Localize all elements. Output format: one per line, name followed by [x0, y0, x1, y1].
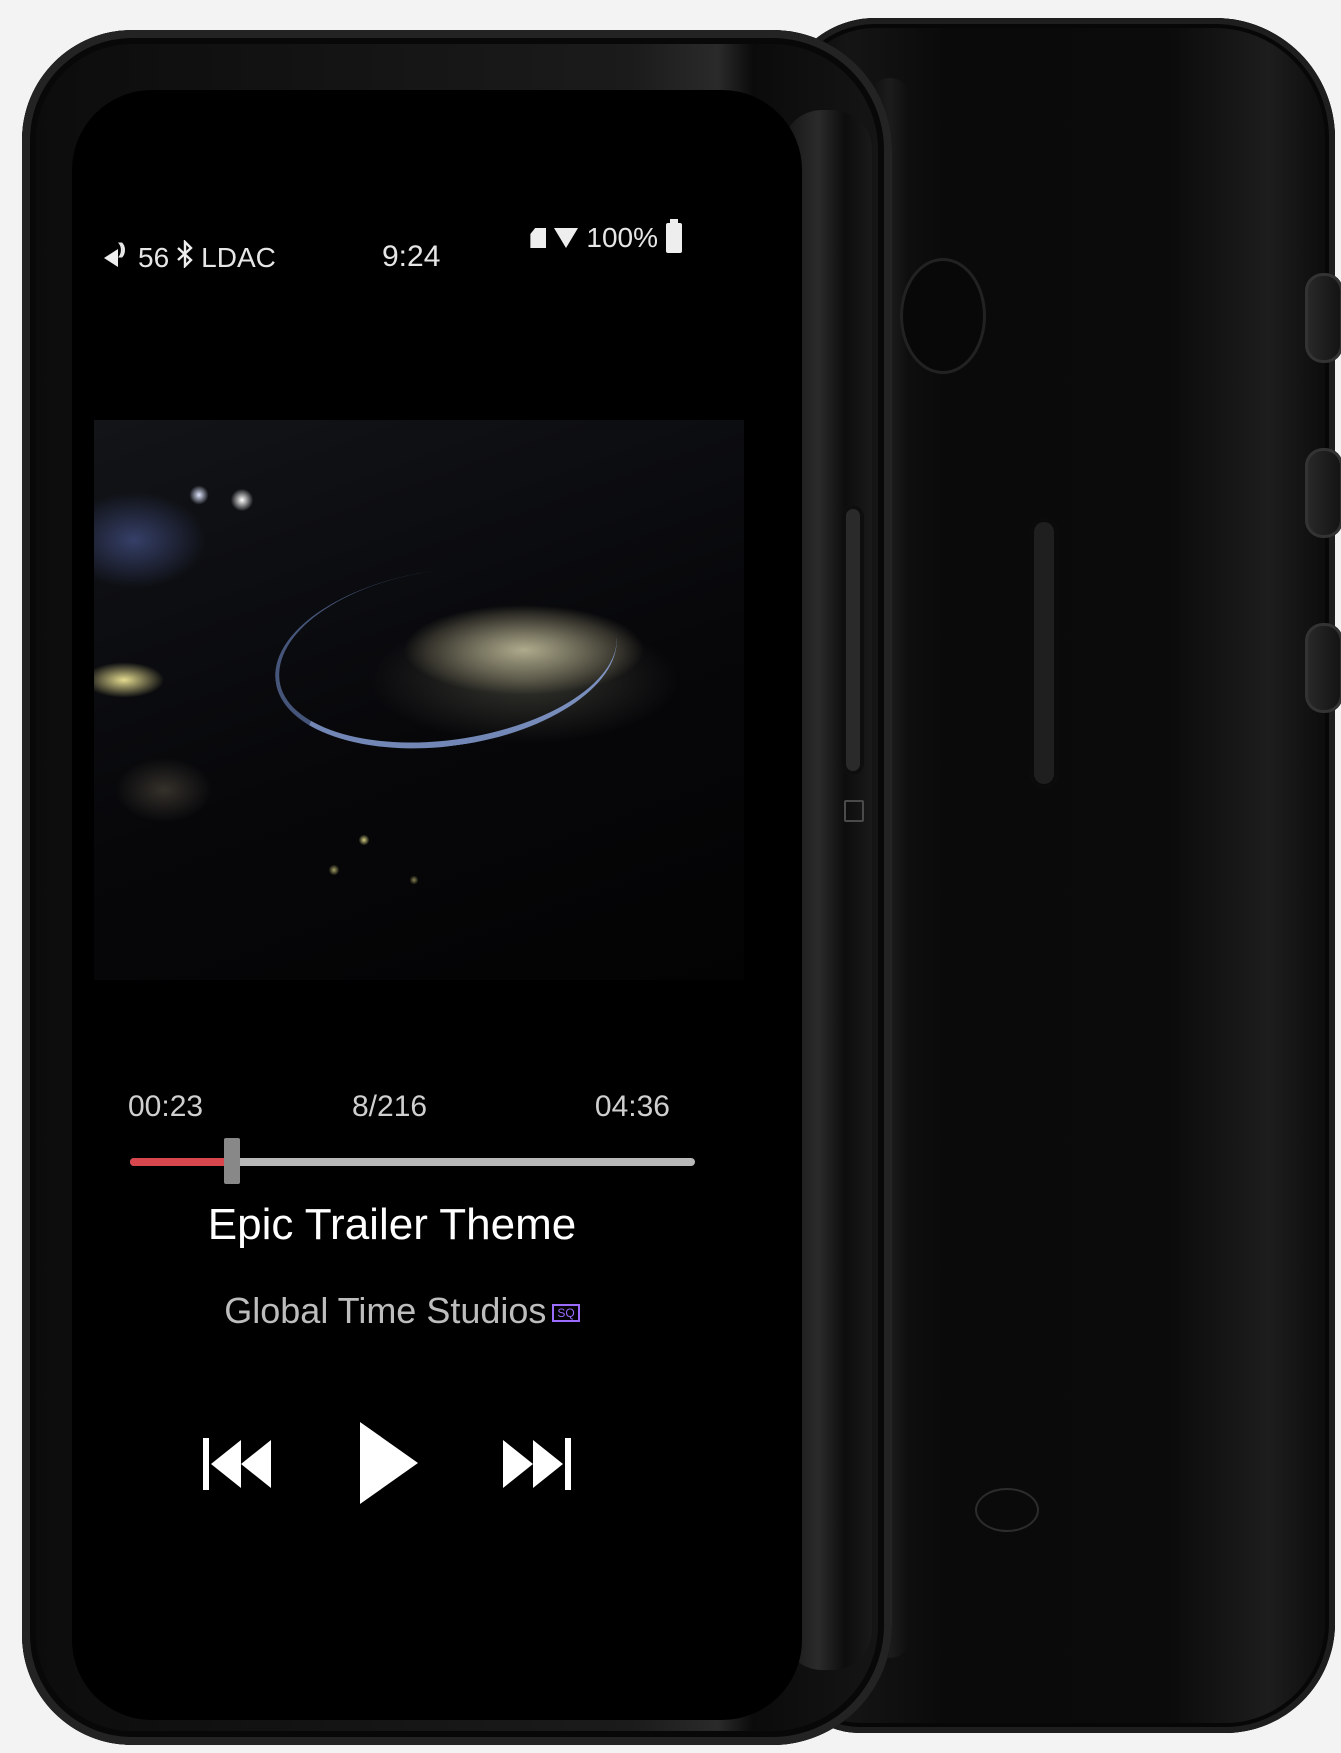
seek-bar-thumb[interactable] [223, 1138, 240, 1184]
sd-card-slot-icon [844, 800, 864, 822]
clock: 9:24 [382, 240, 441, 273]
seek-bar-played [130, 1158, 232, 1166]
seek-bar[interactable] [130, 1138, 695, 1184]
battery-icon [666, 219, 682, 253]
track-artist-line: Global Time Studios SQ [72, 1290, 732, 1332]
track-title: Epic Trailer Theme [207, 1200, 577, 1249]
playback-info-row: 00:23 8/216 04:36 [72, 1090, 802, 1130]
player-screen: 56 LDAC 9:24 100% 00:23 8/ [72, 90, 802, 1720]
power-button[interactable] [1305, 623, 1341, 713]
device-logo-mark [975, 1488, 1039, 1532]
playback-controls [72, 1410, 712, 1520]
previous-track-button[interactable] [192, 1410, 282, 1520]
play-icon [352, 1418, 422, 1513]
status-bar: 56 LDAC 9:24 100% [72, 219, 802, 300]
wifi-icon [554, 228, 579, 248]
skip-previous-icon [197, 1428, 277, 1503]
quality-badge: SQ [552, 1304, 580, 1323]
volume-level: 56 [138, 241, 170, 273]
status-left-group: 56 LDAC [104, 239, 276, 275]
skip-next-icon [497, 1428, 577, 1503]
total-time: 04:36 [594, 1090, 670, 1123]
album-art-turntable [263, 546, 629, 770]
sd-card-icon [530, 228, 547, 248]
battery-percent: 100% [586, 222, 658, 253]
bluetooth-icon [175, 239, 195, 275]
elapsed-time: 00:23 [128, 1090, 204, 1123]
codec-label: LDAC [201, 241, 276, 273]
next-track-button[interactable] [492, 1410, 582, 1520]
device-rear-port [900, 258, 986, 374]
track-artist: Global Time Studios [224, 1290, 547, 1331]
speaker-icon [104, 241, 132, 269]
volume-down-button[interactable] [1305, 448, 1341, 538]
device-front-view: 56 LDAC 9:24 100% 00:23 8/ [22, 30, 892, 1745]
device-rear-slot [1030, 518, 1058, 788]
track-index: 8/216 [352, 1090, 428, 1123]
album-art[interactable] [94, 420, 744, 980]
volume-up-button[interactable] [1305, 273, 1341, 363]
sd-card-slot [842, 505, 864, 775]
play-button[interactable] [337, 1410, 437, 1520]
status-right-group: 100% [530, 219, 682, 254]
